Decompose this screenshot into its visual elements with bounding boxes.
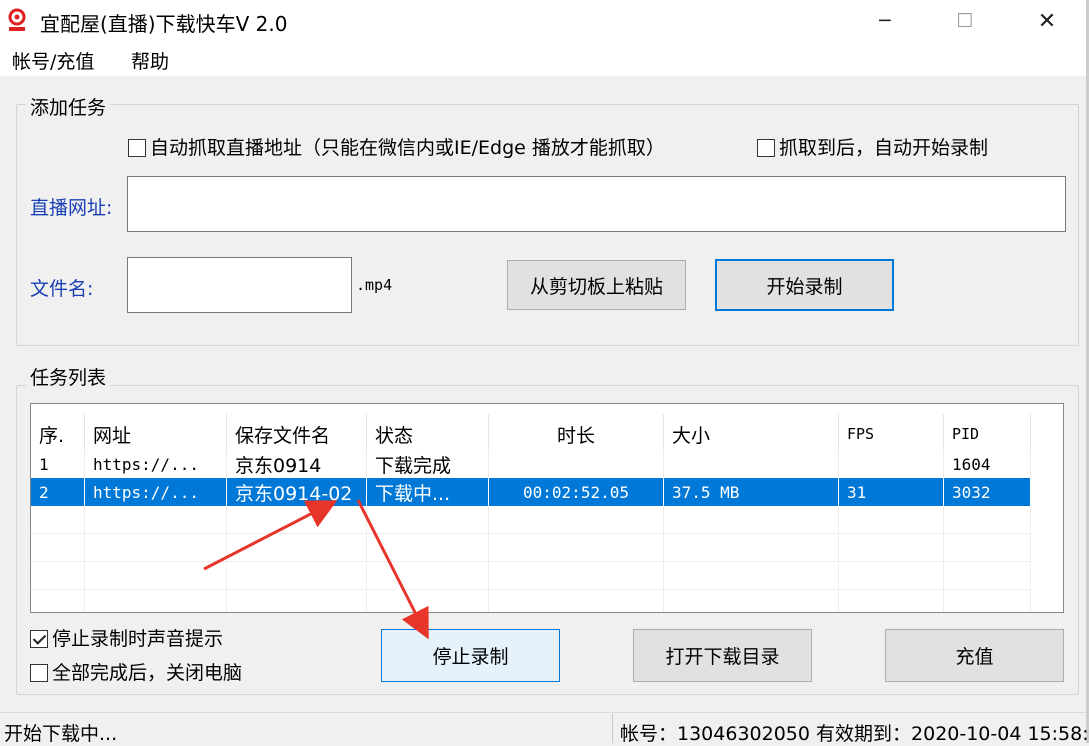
status-message: 开始下载中... [4,723,118,745]
annotation-arrow-to-stop [356,499,429,640]
account-status: 帐号：13046302050 有效期到：2020-10-04 15:58: [620,723,1089,745]
annotation-arrows [203,499,429,640]
status-divider [612,714,613,743]
annotation-arrow-to-row [203,500,338,571]
